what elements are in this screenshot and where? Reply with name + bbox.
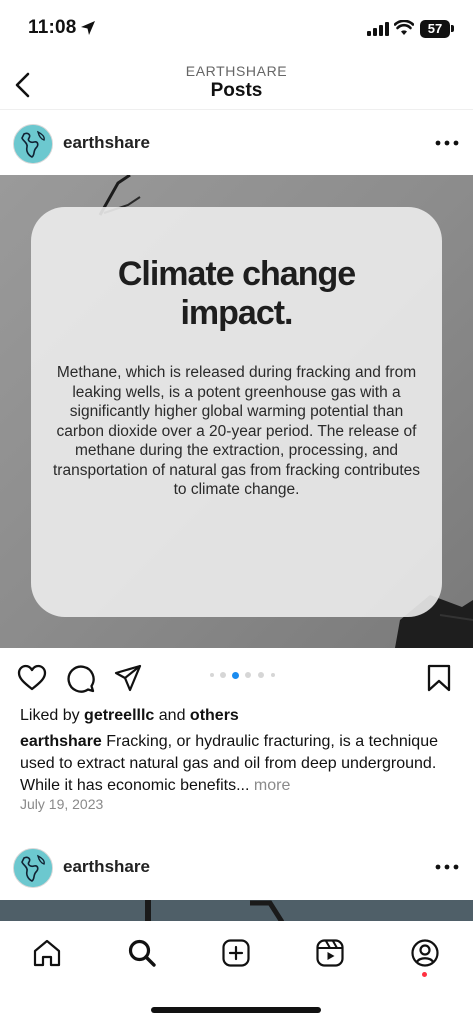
carousel-dot — [271, 673, 275, 677]
like-heart-icon[interactable] — [17, 663, 47, 693]
more-options-icon[interactable] — [435, 864, 459, 870]
liked-by-others[interactable]: others — [190, 707, 239, 724]
slide-title-line-1: Climate change — [117, 255, 356, 293]
post2-image[interactable] — [0, 900, 473, 922]
post-image[interactable]: Climate change impact. Methane, which is… — [0, 175, 473, 648]
carousel-dot-active — [231, 671, 239, 679]
caption-more-link[interactable]: more — [254, 777, 290, 794]
plus-square-icon[interactable] — [221, 938, 251, 968]
comment-icon[interactable] — [65, 663, 95, 693]
post-date: July 19, 2023 — [20, 796, 104, 812]
profile-notification-dot — [422, 972, 427, 977]
liked-by-user[interactable]: getreelllc — [84, 707, 154, 724]
location-arrow-icon — [81, 21, 95, 35]
share-send-icon[interactable] — [113, 663, 143, 693]
cellular-signal-icon — [367, 22, 389, 36]
slide-body: Methane, which is released during fracki… — [52, 364, 421, 498]
post2-image-preview — [0, 900, 473, 922]
carousel-dot — [258, 672, 264, 678]
page-title: Posts — [210, 80, 263, 101]
search-icon[interactable] — [127, 938, 157, 968]
battery-tip — [451, 25, 454, 32]
carousel-dot — [210, 673, 214, 677]
liked-by-and: and — [158, 707, 186, 724]
avatar[interactable] — [13, 124, 53, 164]
status-time: 11:08 — [28, 17, 77, 38]
header-account-name: EARTHSHARE — [185, 63, 288, 79]
carousel-dot — [220, 672, 226, 678]
slide-card: Climate change impact. Methane, which is… — [31, 207, 442, 617]
caption-username[interactable]: earthshare — [20, 733, 102, 750]
post2-username[interactable]: earthshare — [63, 857, 150, 877]
header-divider — [0, 109, 473, 110]
slide-title-line-2: impact. — [180, 294, 293, 332]
more-options-icon[interactable] — [435, 140, 459, 146]
globe-logo-icon — [14, 849, 52, 887]
liked-by-text: Liked by getreelllc and others — [20, 707, 239, 725]
home-icon[interactable] — [32, 938, 62, 968]
liked-by-prefix: Liked by — [20, 707, 80, 724]
profile-icon[interactable] — [410, 938, 440, 968]
battery-indicator: 57 — [420, 20, 450, 38]
post-username[interactable]: earthshare — [63, 133, 150, 153]
save-bookmark-icon[interactable] — [424, 663, 454, 693]
reels-icon[interactable] — [315, 938, 345, 968]
slide-title: Climate change impact. — [31, 255, 442, 333]
post-caption: earthshare Fracking, or hydraulic fractu… — [20, 731, 460, 797]
home-indicator[interactable] — [151, 1007, 321, 1013]
wifi-icon — [394, 20, 414, 35]
globe-logo-icon — [14, 125, 52, 163]
carousel-dot — [245, 672, 251, 678]
avatar[interactable] — [13, 848, 53, 888]
